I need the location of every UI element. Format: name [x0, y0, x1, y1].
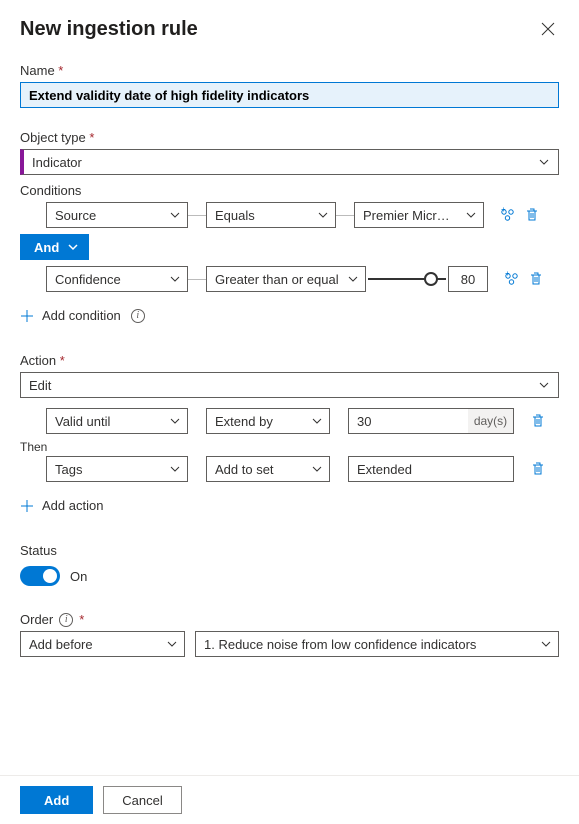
delete-icon [531, 413, 545, 429]
delete-condition-button[interactable] [520, 202, 544, 228]
delete-icon [529, 271, 543, 287]
condition-join-button[interactable]: And [20, 234, 89, 260]
plus-icon [20, 499, 34, 513]
add-condition-button[interactable]: Add condition [20, 308, 121, 323]
chevron-down-icon [67, 241, 79, 253]
object-type-combo[interactable]: Indicator [20, 149, 559, 175]
name-label: Name [20, 63, 559, 78]
panel-title: New ingestion rule [20, 18, 198, 41]
order-reference-combo[interactable]: 1. Reduce noise from low confidence indi… [195, 631, 559, 657]
action-field-combo[interactable]: Tags [46, 456, 188, 482]
action-value-input[interactable]: Extended [348, 456, 514, 482]
condition-field-combo[interactable]: Confidence [46, 266, 188, 292]
action-combo[interactable]: Edit [20, 372, 559, 398]
ingestion-rule-panel: New ingestion rule Name Object type Indi… [0, 0, 579, 824]
condition-row: Source Equals Premier Micro... + [20, 202, 559, 228]
order-label-row: Order i [20, 612, 559, 627]
condition-join-label: And [34, 240, 59, 255]
action-value-input[interactable]: 30 [348, 408, 468, 434]
group-icon: + [504, 271, 520, 287]
action-value-suffix: day(s) [468, 408, 514, 434]
action-row: Valid until Extend by 30 day(s) [20, 408, 559, 434]
status-on-label: On [70, 569, 87, 584]
action-row: Tags Add to set Extended [20, 456, 559, 482]
chevron-down-icon [465, 209, 477, 221]
info-icon[interactable]: i [59, 613, 73, 627]
chevron-down-icon [538, 379, 550, 391]
action-value: Edit [29, 378, 51, 393]
condition-value-combo[interactable]: Premier Micro... [354, 202, 484, 228]
conditions-label: Conditions [20, 183, 559, 198]
add-button[interactable]: Add [20, 786, 93, 814]
delete-condition-button[interactable] [524, 266, 548, 292]
name-input[interactable] [20, 82, 559, 108]
action-label: Action [20, 353, 559, 368]
delete-action-button[interactable] [526, 456, 550, 482]
condition-field-combo[interactable]: Source [46, 202, 188, 228]
chevron-down-icon [169, 209, 181, 221]
condition-row: Confidence Greater than or equal 80 + [20, 266, 559, 292]
group-icon: + [500, 207, 516, 223]
svg-text:+: + [505, 271, 510, 278]
order-label: Order [20, 612, 53, 627]
then-label: Then [20, 440, 559, 454]
confidence-slider[interactable] [368, 266, 446, 292]
close-icon [541, 22, 555, 36]
action-operator-combo[interactable]: Extend by [206, 408, 330, 434]
chevron-down-icon [347, 273, 359, 285]
order-position-combo[interactable]: Add before [20, 631, 185, 657]
delete-icon [525, 207, 539, 223]
chevron-down-icon [538, 156, 550, 168]
delete-icon [531, 461, 545, 477]
action-operator-combo[interactable]: Add to set [206, 456, 330, 482]
cancel-button[interactable]: Cancel [103, 786, 181, 814]
object-type-label: Object type [20, 130, 559, 145]
close-button[interactable] [537, 18, 559, 40]
chevron-down-icon [311, 415, 323, 427]
chevron-down-icon [540, 638, 552, 650]
chevron-down-icon [166, 638, 178, 650]
delete-action-button[interactable] [526, 408, 550, 434]
condition-operator-combo[interactable]: Greater than or equal [206, 266, 366, 292]
panel-footer: Add Cancel [0, 775, 579, 824]
plus-icon [20, 309, 34, 323]
group-condition-button[interactable]: + [496, 202, 520, 228]
confidence-value[interactable]: 80 [448, 266, 488, 292]
add-action-button[interactable]: Add action [20, 498, 103, 513]
info-icon[interactable]: i [131, 309, 145, 323]
svg-text:+: + [501, 207, 506, 214]
group-condition-button[interactable]: + [500, 266, 524, 292]
status-toggle[interactable] [20, 566, 60, 586]
chevron-down-icon [311, 463, 323, 475]
chevron-down-icon [169, 415, 181, 427]
chevron-down-icon [169, 273, 181, 285]
status-label: Status [20, 543, 559, 558]
object-type-value: Indicator [32, 155, 82, 170]
chevron-down-icon [317, 209, 329, 221]
action-field-combo[interactable]: Valid until [46, 408, 188, 434]
chevron-down-icon [169, 463, 181, 475]
condition-operator-combo[interactable]: Equals [206, 202, 336, 228]
